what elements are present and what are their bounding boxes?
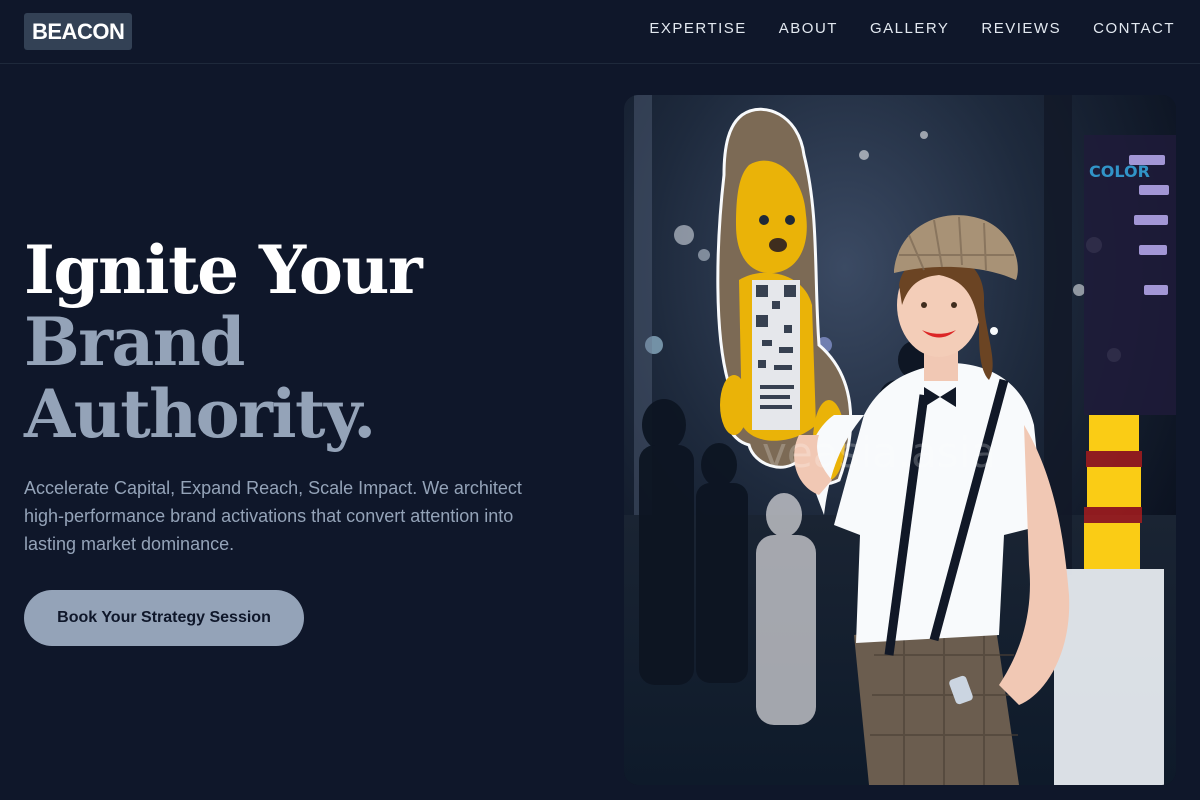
brand-logo[interactable]: BEACON [24, 13, 133, 50]
nav-item-contact[interactable]: CONTACT [1093, 20, 1175, 37]
nav-item-expertise[interactable]: EXPERTISE [649, 20, 746, 37]
nav-item-reviews[interactable]: REVIEWS [981, 20, 1061, 37]
hero-title-line-1: Ignite Your [24, 231, 423, 309]
book-strategy-session-button[interactable]: Book Your Strategy Session [24, 590, 304, 646]
main-nav: EXPERTISE ABOUT GALLERY REVIEWS CONTACT [649, 20, 1175, 37]
svg-text:COLOR: COLOR [1089, 162, 1150, 181]
hero-title-line-2: Brand [24, 303, 245, 381]
top-navbar: BEACON EXPERTISE ABOUT GALLERY REVIEWS C… [0, 0, 1200, 64]
hero-title-line-3: Authority. [24, 375, 376, 453]
hero-title: Ignite Your Brand Authority. [24, 234, 584, 450]
hero-photo: COLOR veasia.asia [624, 95, 1176, 785]
hero-subtitle: Accelerate Capital, Expand Reach, Scale … [24, 478, 522, 554]
nav-item-about[interactable]: ABOUT [779, 20, 838, 37]
photo-watermark: veasia.asia [762, 428, 996, 477]
nav-item-gallery[interactable]: GALLERY [870, 20, 949, 37]
